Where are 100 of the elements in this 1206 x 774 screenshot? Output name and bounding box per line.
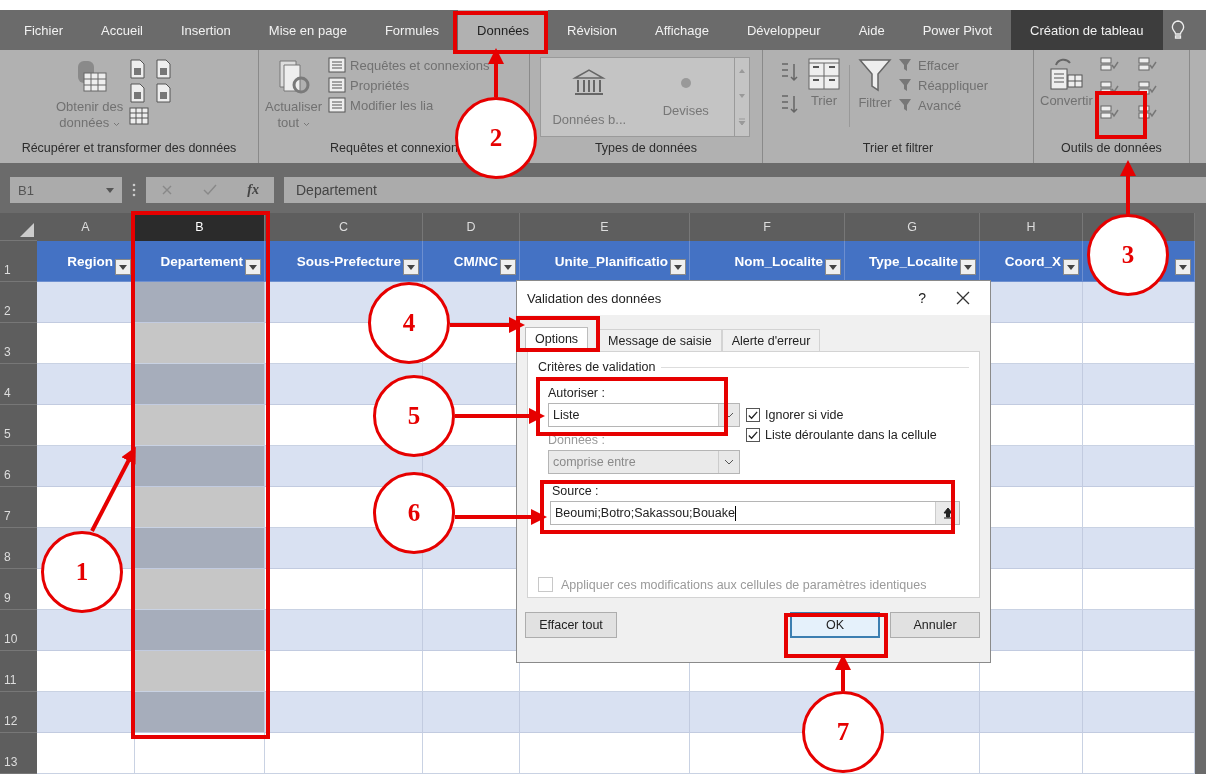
row-number[interactable]: 11 [0, 651, 37, 692]
column-title: Type_Localite [868, 253, 958, 269]
document-icon[interactable] [155, 59, 174, 79]
row-number[interactable]: 4 [0, 364, 37, 405]
group-label: Types de données [593, 141, 699, 157]
allow-select[interactable]: Liste [548, 403, 740, 427]
filter-dropdown[interactable] [670, 259, 686, 275]
ribbon-tab[interactable]: Accueil [82, 10, 162, 50]
column-title: Sous-Prefecture [296, 253, 401, 269]
formula-input[interactable]: Departement [284, 177, 1206, 203]
checkbox-label: Appliquer ces modifications aux cellules de paramètres identiques [561, 577, 927, 592]
dialog-tab[interactable]: Options [525, 327, 589, 351]
filter-dropdown[interactable] [825, 259, 841, 275]
row-number[interactable]: 9 [0, 569, 37, 610]
ribbon-tab[interactable]: Création de tableau [1011, 10, 1163, 50]
ribbon-tab[interactable]: Power Pivot [903, 10, 1012, 50]
caret-icon [106, 187, 114, 193]
checkbox[interactable] [746, 428, 760, 442]
data-tool-icon[interactable] [1098, 103, 1119, 121]
data-tool-icon[interactable] [1136, 79, 1157, 97]
dialog-button[interactable]: Annuler [890, 612, 980, 638]
funnel-icon [858, 57, 892, 93]
field-label: Autoriser : [548, 386, 606, 400]
ribbon-tab[interactable]: Révision [548, 10, 636, 50]
row-number[interactable]: 8 [0, 528, 37, 569]
convert-icon [1048, 57, 1085, 91]
ribbon-tab[interactable]: Aide [839, 10, 904, 50]
group-label: Outils de données [1060, 141, 1163, 157]
row-number[interactable]: 6 [0, 446, 37, 487]
ribbon-tab[interactable]: Insertion [161, 10, 250, 50]
document-icon[interactable] [129, 83, 148, 103]
row-number[interactable]: 7 [0, 487, 37, 528]
row-number[interactable]: 2 [0, 282, 37, 323]
bank-icon [572, 67, 607, 98]
table-icon[interactable] [129, 107, 150, 125]
filter-dropdown[interactable] [960, 259, 976, 275]
help-button[interactable]: ? [918, 290, 926, 306]
chevron-icon [112, 122, 120, 127]
data-types-gallery[interactable]: Données b... Devises [540, 57, 750, 137]
name-box[interactable]: B1 [10, 177, 122, 203]
group-label: Récupérer et transformer des données [20, 141, 238, 157]
row-number[interactable]: 3 [0, 323, 37, 364]
lightbulb-icon[interactable] [1170, 20, 1185, 40]
row-number[interactable]: 5 [0, 405, 37, 446]
row-number[interactable]: 1 [0, 241, 37, 282]
column-title: Nom_Localite [734, 253, 823, 269]
row-number[interactable]: 10 [0, 610, 37, 651]
ribbon-tab[interactable]: Formules [365, 10, 459, 50]
insert-function-button[interactable]: fx [247, 182, 259, 198]
checkbox-label: Ignorer si vide [765, 408, 844, 422]
select-all-icon[interactable] [20, 223, 34, 237]
document-icon[interactable] [155, 83, 174, 103]
column-title: CM/NC [453, 253, 498, 269]
check-icon[interactable] [203, 184, 218, 196]
filter-dropdown[interactable] [1175, 259, 1191, 275]
ribbon-tab[interactable]: Affichage [635, 10, 728, 50]
dialog-title: Validation des données [527, 290, 663, 306]
filter-dropdown[interactable] [245, 259, 261, 275]
field-label: Source : [552, 484, 600, 498]
arrow [1120, 160, 1136, 214]
filter-dropdown[interactable] [115, 259, 131, 275]
sort-icon [807, 57, 841, 91]
filter-dropdown[interactable] [1063, 259, 1079, 275]
column-header[interactable]: G [845, 213, 980, 241]
dialog-tab[interactable]: Alerte d'erreur [721, 329, 821, 351]
column-title: Unite_Planificatio [554, 253, 668, 269]
dialog-button[interactable]: Effacer tout [525, 612, 617, 638]
column-header[interactable]: D [423, 213, 520, 241]
ribbon-tab[interactable]: Fichier [5, 10, 82, 50]
group-title: Critères de validation [538, 360, 656, 374]
checkbox[interactable] [746, 408, 760, 422]
column-title: Coord_X [1004, 253, 1061, 269]
column-header[interactable]: C [265, 213, 423, 241]
filter-dropdown[interactable] [500, 259, 516, 275]
data-tool-icon[interactable] [1136, 103, 1157, 121]
column-header[interactable]: B [135, 213, 265, 241]
field-label: Données : [548, 433, 606, 447]
row-number[interactable]: 12 [0, 692, 37, 733]
more-icon[interactable] [132, 183, 136, 197]
list-icon [328, 97, 347, 113]
column-header[interactable]: E [520, 213, 690, 241]
filter-dropdown[interactable] [403, 259, 419, 275]
chevron-icon [302, 122, 310, 127]
column-header[interactable]: H [980, 213, 1083, 241]
ribbon-tab[interactable]: Développeur [727, 10, 840, 50]
ribbon-tab[interactable]: Mise en page [249, 10, 366, 50]
close-icon[interactable] [956, 291, 970, 305]
funnel-icon [898, 57, 914, 73]
data-tool-icon[interactable] [1098, 55, 1119, 73]
document-icon[interactable] [129, 59, 148, 79]
highlight-box [1095, 91, 1147, 139]
list-icon [328, 57, 347, 73]
column-title: Departement [160, 253, 243, 269]
data-tool-icon[interactable] [1136, 55, 1157, 73]
checkbox-label: Liste déroulante dans la cellule [765, 428, 937, 442]
column-header[interactable]: F [690, 213, 845, 241]
funnel-icon [898, 97, 914, 113]
arrow [488, 48, 504, 97]
dialog-tab[interactable]: Message de saisie [598, 329, 722, 351]
row-number[interactable]: 13 [0, 733, 37, 774]
